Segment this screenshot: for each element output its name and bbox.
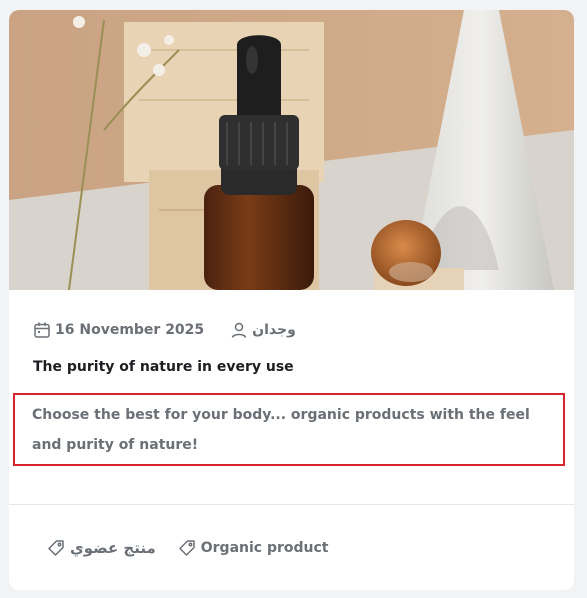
tag-icon <box>178 539 196 557</box>
post-title[interactable]: The purity of nature in every use <box>33 359 553 375</box>
user-icon <box>230 321 248 339</box>
post-author[interactable]: وجدان <box>230 321 296 339</box>
post-date: 16 November 2025 <box>33 321 204 339</box>
post-excerpt: Choose the best for your body... organic… <box>32 407 530 453</box>
post-author-name: وجدان <box>252 322 296 338</box>
product-photo <box>9 10 574 290</box>
calendar-icon <box>33 321 51 339</box>
tag-organic-product-ar[interactable]: منتج عضوي <box>47 539 156 557</box>
post-tags: منتج عضوي Organic product <box>47 537 329 559</box>
post-date-text: 16 November 2025 <box>55 322 205 338</box>
tag-label: Organic product <box>200 540 329 556</box>
post-image[interactable] <box>9 10 574 290</box>
post-meta: 16 November 2025 وجدان <box>33 319 296 341</box>
card-divider <box>9 504 574 505</box>
tag-organic-product-en[interactable]: Organic product <box>178 539 329 557</box>
blog-post-card: 16 November 2025 وجدان The purity of nat… <box>9 10 574 590</box>
tag-icon <box>47 539 65 557</box>
tag-label: منتج عضوي <box>70 539 156 557</box>
